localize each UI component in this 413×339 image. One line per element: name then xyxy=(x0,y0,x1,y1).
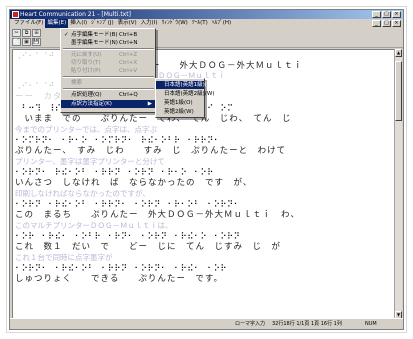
menu-item-label: 貼り付け(P) xyxy=(71,68,101,74)
menu-item-label: 点訳方法指定(K) xyxy=(71,101,112,107)
menu-edit[interactable]: 編集(E) xyxy=(45,19,69,28)
submenu-item-japanese-grade1[interactable]: 日本語(英語1級)(O) xyxy=(156,81,213,89)
doc-line: ぷりんたー、 すみ じわ すみ じ ぷりんたーと わけて xyxy=(15,146,287,156)
screenshot-frame: Heart Communication 21 - [Multi.txt] _ □… xyxy=(6,6,407,333)
doc-line: いんさつ しなけれ ば ならなかったの です が、 xyxy=(15,178,253,188)
submenu-arrow-icon: ▶ xyxy=(147,101,152,107)
menu-item-label: 元に戻す(U) xyxy=(71,52,102,58)
menu-input[interactable]: 入力(I) xyxy=(139,19,160,28)
copy-icon[interactable]: ⧉ xyxy=(22,29,31,37)
menu-jump[interactable]: ｼﾞｬﾝﾌﾟ(J) xyxy=(89,19,115,28)
status-bar: ローマ字入力 32行18行 1/1頁 1頁 16行 1列 NUM xyxy=(10,318,403,329)
menu-insert[interactable]: 挿入(I) xyxy=(68,19,89,28)
doc-line: 今までのプリンターでは、点字は、点字ぷ xyxy=(15,125,158,134)
menu-item-shortcut: Ctrl+B xyxy=(119,32,138,38)
menu-item-label: 点字編集モード(B) xyxy=(71,32,118,38)
doc-line: これ 数１ だい で どー じに てん じすみ じ が xyxy=(15,242,282,252)
save-icon[interactable]: 💾 xyxy=(32,38,41,46)
edit-menu-dropdown: ✓ 点字編集モード(B) Ctrl+B 墨字編集モード(N) Ctrl+N 元に… xyxy=(60,28,156,113)
menu-item-paste[interactable]: 貼り付け(P) Ctrl+V xyxy=(61,67,155,75)
menu-item-shortcut: Ctrl+V xyxy=(119,68,138,74)
doc-line: いまま での ぷりんたー でわ、 てん じわ、 てん じ xyxy=(15,114,292,124)
scroll-thumb[interactable] xyxy=(395,61,402,121)
submenu-item-english-grade2[interactable]: 英語2級(W) xyxy=(156,108,204,116)
menu-help[interactable]: ﾍﾙﾌﾟ(H) xyxy=(210,19,233,28)
doc-restore-button[interactable]: □ xyxy=(382,20,391,27)
doc-line: ⠂⠕⠗⠀⠂⠗⠮⠂⠀⠂⠕⠃⠗⠀⠂⠗⠝⠂⠀⠂⠕⠗⠝⠀⠂⠗⠮⠂⠕⠀⠂⠕⠗⠝ xyxy=(15,232,241,242)
app-icon xyxy=(12,11,19,18)
menu-item-label: 検索 xyxy=(71,80,83,86)
numlock-status: NUM xyxy=(365,321,377,327)
doc-line: プリンター、墨字は墨字プリンターと分けて xyxy=(15,157,165,166)
menu-item-cut[interactable]: 切り取り(T) Ctrl+X xyxy=(61,59,155,67)
window-title: Heart Communication 21 - [Multi.txt] xyxy=(20,11,131,18)
menu-item-search[interactable]: 検索 xyxy=(61,79,155,87)
menu-separator xyxy=(63,88,154,90)
menu-item-label: 点訳処理(Q) xyxy=(71,92,102,98)
doc-line: ⠂⠕⠗⠝⠀⠂⠗⠮⠂⠕⠃⠀⠂⠗⠗⠝⠂⠀⠂⠕⠗⠝⠀⠂⠗⠂⠕⠃⠀⠂⠕⠗⠝⠂ xyxy=(15,200,241,210)
menu-item-braille-translate[interactable]: 点訳処理(Q) Ctrl+Q xyxy=(61,91,155,99)
menu-item-shortcut: Ctrl+X xyxy=(119,60,138,66)
menu-view[interactable]: 表示(V) xyxy=(116,19,139,28)
menu-item-label: 墨字編集モード(N) xyxy=(71,40,118,46)
submenu-item-english-grade1[interactable]: 英語1級(O) xyxy=(156,99,204,107)
doc-line: 印刷しなければならなかったのですが、 xyxy=(15,189,150,198)
menu-bar: ファイル(F) 編集(E) 挿入(I) ｼﾞｬﾝﾌﾟ(J) 表示(V) 入力(I… xyxy=(10,19,403,28)
menu-item-label: 切り取り(T) xyxy=(71,60,101,66)
menu-item-shortcut: Ctrl+Z xyxy=(119,52,138,58)
input-mode-status: ローマ字入力 xyxy=(235,321,266,327)
menu-separator xyxy=(63,76,154,78)
doc-line: ⠂⠕⠗⠝⠂⠀⠂⠗⠮⠂⠕⠃⠀⠂⠗⠗⠝⠀⠂⠕⠗⠝⠂⠀⠂⠗⠮⠂⠀⠂⠕⠗ xyxy=(15,264,228,274)
menu-item-shortcut: Ctrl+Q xyxy=(119,92,138,98)
menu-window[interactable]: ｳｨﾝﾄﾞｳ(W) xyxy=(160,19,190,28)
app-window: Heart Communication 21 - [Multi.txt] _ □… xyxy=(9,9,404,330)
open-file-icon[interactable]: ▣ xyxy=(22,38,31,46)
grid-icon[interactable]: ⊞ xyxy=(32,29,41,37)
menu-item-braille-edit-mode[interactable]: ✓ 点字編集モード(B) Ctrl+B xyxy=(61,31,155,39)
doc-line: ⠂⠕⠗⠝⠂⠀⠗⠮⠂⠕⠃⠀⠂⠗⠗⠝⠀⠂⠕⠗⠝⠀⠂⠗⠂⠕⠀⠂⠕⠗ xyxy=(15,168,214,178)
menu-item-ink-edit-mode[interactable]: 墨字編集モード(N) Ctrl+N xyxy=(61,39,155,47)
doc-line: しゅつりょく できる ぷりんたー です。 xyxy=(15,274,223,284)
cursor-position-status: 32行18行 1/1頁 1頁 16行 1列 xyxy=(272,321,342,327)
mdi-controls: _ □ × xyxy=(372,20,401,27)
doc-line: これ１台で同時に点字墨字が xyxy=(15,253,113,262)
minimize-button[interactable]: _ xyxy=(372,11,381,18)
translation-method-submenu: 日本語(英語1級)(O) 日本語(英語2級)(W) 英語1級(O) 英語2級(W… xyxy=(155,78,215,118)
close-button[interactable]: × xyxy=(392,11,401,18)
menu-item-shortcut: Ctrl+N xyxy=(119,40,138,46)
vertical-scrollbar[interactable]: ▲ ▼ xyxy=(394,49,402,319)
doc-close-button[interactable]: × xyxy=(392,20,401,27)
menu-item-translation-method[interactable]: 点訳方法指定(K) ▶ xyxy=(61,100,155,108)
title-bar: Heart Communication 21 - [Multi.txt] _ □… xyxy=(10,10,403,19)
doc-line: ⠂⠕⠍⠗⠝⠂⠀⠂⠗⠂⠕⠀⠂⠕⠍⠗⠝⠂⠀⠗⠮⠂⠕⠃⠗⠀⠂⠗⠗⠝⠂ xyxy=(15,136,221,146)
new-file-icon[interactable]: 📄 xyxy=(12,38,21,46)
scroll-up-arrow-icon[interactable]: ▲ xyxy=(395,49,402,57)
doc-minimize-button[interactable]: _ xyxy=(372,20,381,27)
menu-tools[interactable]: ﾂｰﾙ(T) xyxy=(190,19,210,28)
window-controls: _ □ × xyxy=(372,11,401,18)
menu-file[interactable]: ファイル(F) xyxy=(12,19,45,28)
submenu-item-japanese-grade2[interactable]: 日本語(英語2級)(W) xyxy=(156,90,215,98)
doc-line: この まるち ぷりんたー 外大ＤＯＧ－外大Ｍｕｌｔｉ わ、 xyxy=(15,210,301,220)
check-icon: ✓ xyxy=(64,32,69,38)
cut-icon[interactable]: ✂ xyxy=(12,29,21,37)
menu-item-undo[interactable]: 元に戻す(U) Ctrl+Z xyxy=(61,51,155,59)
doc-line: このマルチプリンターＤＯＧ－Ｍｕｌｔｉは、 xyxy=(15,221,173,230)
maximize-button[interactable]: □ xyxy=(382,11,391,18)
menu-separator xyxy=(63,48,154,50)
